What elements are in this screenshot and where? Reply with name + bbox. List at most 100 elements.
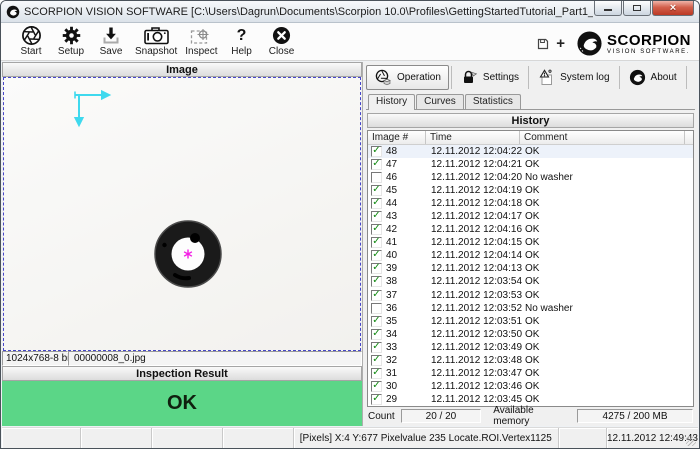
- history-row[interactable]: ✓ 34 12.11.2012 12:03:50 OK: [368, 328, 693, 341]
- maximize-button[interactable]: [623, 1, 651, 16]
- history-row[interactable]: ✓ 39 12.11.2012 12:04:13 OK: [368, 262, 693, 275]
- row-checkbox[interactable]: ✓: [371, 342, 382, 353]
- history-row[interactable]: ✓ 42 12.11.2012 12:04:16 OK: [368, 223, 693, 236]
- check-icon: ✓: [372, 198, 380, 208]
- tab-operation-label: Operation: [397, 72, 441, 83]
- row-image-number: 44: [386, 198, 397, 209]
- row-checkbox[interactable]: ✓: [371, 394, 382, 405]
- row-comment: No washer: [520, 172, 693, 183]
- row-checkbox[interactable]: ✓: [371, 303, 382, 314]
- row-checkbox[interactable]: ✓: [371, 224, 382, 235]
- row-checkbox[interactable]: ✓: [371, 211, 382, 222]
- row-checkbox[interactable]: ✓: [371, 198, 382, 209]
- tab-system-log[interactable]: System log: [531, 65, 616, 90]
- inspect-target-icon: [190, 25, 212, 46]
- column-time[interactable]: Time: [426, 131, 520, 144]
- history-row[interactable]: ✓ 46 12.11.2012 12:04:20 No washer: [368, 171, 693, 184]
- history-row[interactable]: ✓ 43 12.11.2012 12:04:17 OK: [368, 210, 693, 223]
- statusbar-cell: [559, 428, 607, 448]
- row-checkbox[interactable]: ✓: [371, 276, 382, 287]
- history-row[interactable]: ✓ 33 12.11.2012 12:03:49 OK: [368, 341, 693, 354]
- history-row[interactable]: ✓ 47 12.11.2012 12:04:21 OK: [368, 158, 693, 171]
- tab-divider: [686, 66, 687, 89]
- row-comment: OK: [520, 290, 693, 301]
- row-image-number: 34: [386, 329, 397, 340]
- subtab-statistics[interactable]: Statistics: [465, 94, 521, 109]
- history-row[interactable]: ✓ 45 12.11.2012 12:04:19 OK: [368, 184, 693, 197]
- row-checkbox[interactable]: ✓: [371, 290, 382, 301]
- minimize-button[interactable]: [594, 1, 622, 16]
- history-rows: ✓ 48 12.11.2012 12:04:22 OK ✓ 47 12.11.2…: [368, 145, 693, 406]
- column-comment[interactable]: Comment: [520, 131, 685, 144]
- check-icon: ✓: [372, 146, 380, 156]
- tab-settings[interactable]: Settings: [454, 65, 526, 90]
- camera-icon: [144, 25, 169, 46]
- check-icon: ✓: [372, 394, 380, 404]
- setup-button[interactable]: Setup: [51, 25, 91, 57]
- row-checkbox[interactable]: ✓: [371, 146, 382, 157]
- maximize-icon: [633, 5, 641, 11]
- row-checkbox[interactable]: ✓: [371, 237, 382, 248]
- row-time: 12.11.2012 12:04:21: [426, 159, 520, 170]
- row-checkbox[interactable]: ✓: [371, 250, 382, 261]
- row-checkbox[interactable]: ✓: [371, 329, 382, 340]
- check-icon: ✓: [372, 276, 380, 286]
- history-row[interactable]: ✓ 30 12.11.2012 12:03:46 OK: [368, 380, 693, 393]
- history-row[interactable]: ✓ 48 12.11.2012 12:04:22 OK: [368, 145, 693, 158]
- resize-grip-icon[interactable]: [686, 436, 696, 446]
- history-row[interactable]: ✓ 37 12.11.2012 12:03:53 OK: [368, 289, 693, 302]
- axis-origin-marker: [68, 88, 112, 130]
- start-button[interactable]: Start: [11, 25, 51, 57]
- column-image-number[interactable]: Image #: [368, 131, 426, 144]
- brand-name: SCORPION: [607, 33, 691, 48]
- image-info-bar: 1024x768-8 bit 00000008_0.jpg: [2, 351, 362, 366]
- row-checkbox[interactable]: ✓: [371, 355, 382, 366]
- subtab-history[interactable]: History: [368, 94, 415, 110]
- close-circle-icon: [272, 25, 291, 46]
- row-comment: OK: [520, 185, 693, 196]
- history-subtabs: History Curves Statistics: [366, 92, 695, 110]
- plus-icon[interactable]: +: [556, 36, 565, 51]
- subtab-curves[interactable]: Curves: [416, 94, 464, 109]
- row-checkbox[interactable]: ✓: [371, 381, 382, 392]
- tab-about[interactable]: About: [622, 65, 684, 90]
- save-button[interactable]: Save: [91, 25, 131, 57]
- history-row[interactable]: ✓ 35 12.11.2012 12:03:51 OK: [368, 315, 693, 328]
- help-label: Help: [231, 46, 252, 57]
- check-icon: ✓: [372, 211, 380, 221]
- statusbar-cell: [152, 428, 223, 448]
- row-checkbox[interactable]: ✓: [371, 172, 382, 183]
- history-row[interactable]: ✓ 32 12.11.2012 12:03:48 OK: [368, 354, 693, 367]
- row-checkbox[interactable]: ✓: [371, 316, 382, 327]
- row-time: 12.11.2012 12:03:50: [426, 329, 520, 340]
- pixel-info: [Pixels] X:4 Y:677 Pixelvalue 235 Locate…: [294, 428, 560, 448]
- floppy-icon[interactable]: [537, 38, 549, 50]
- history-row[interactable]: ✓ 38 12.11.2012 12:03:54 OK: [368, 275, 693, 288]
- tab-divider: [451, 66, 452, 89]
- main-tabs: Operation Settings System log: [366, 62, 695, 92]
- row-checkbox[interactable]: ✓: [371, 368, 382, 379]
- camera-image-view[interactable]: [3, 77, 361, 351]
- row-time: 12.11.2012 12:03:53: [426, 290, 520, 301]
- history-row[interactable]: ✓ 29 12.11.2012 12:03:45 OK: [368, 393, 693, 406]
- close-app-button[interactable]: Close: [262, 25, 302, 57]
- history-row[interactable]: ✓ 36 12.11.2012 12:03:52 No washer: [368, 302, 693, 315]
- tab-operation[interactable]: Operation: [366, 65, 449, 90]
- history-row[interactable]: ✓ 40 12.11.2012 12:04:14 OK: [368, 249, 693, 262]
- row-comment: OK: [520, 342, 693, 353]
- close-button[interactable]: ×: [652, 1, 694, 16]
- row-image-number: 39: [386, 263, 397, 274]
- help-button[interactable]: ? Help: [222, 25, 262, 57]
- history-row[interactable]: ✓ 31 12.11.2012 12:03:47 OK: [368, 367, 693, 380]
- row-checkbox[interactable]: ✓: [371, 159, 382, 170]
- snapshot-button[interactable]: Snapshot: [131, 25, 181, 57]
- row-image-number: 31: [386, 368, 397, 379]
- row-image-number: 37: [386, 290, 397, 301]
- row-time: 12.11.2012 12:03:47: [426, 368, 520, 379]
- history-row[interactable]: ✓ 44 12.11.2012 12:04:18 OK: [368, 197, 693, 210]
- row-checkbox[interactable]: ✓: [371, 185, 382, 196]
- tab-divider: [528, 66, 529, 89]
- history-row[interactable]: ✓ 41 12.11.2012 12:04:15 OK: [368, 236, 693, 249]
- row-checkbox[interactable]: ✓: [371, 263, 382, 274]
- inspect-button[interactable]: Inspect: [181, 25, 221, 57]
